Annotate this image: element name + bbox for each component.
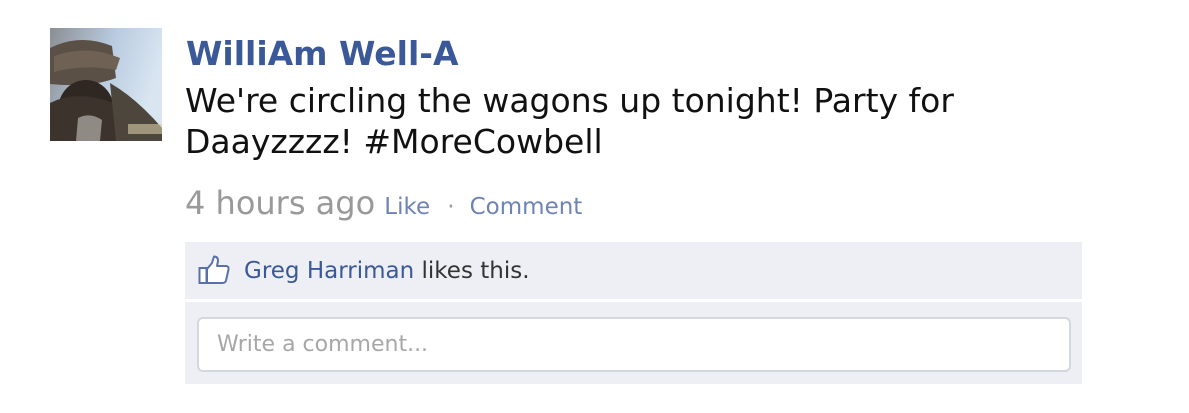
comment-area (185, 302, 1082, 384)
thumbs-up-icon (198, 255, 230, 285)
post-message: We're circling the wagons up tonight! Pa… (185, 81, 954, 161)
action-separator: · (447, 194, 455, 220)
comment-input[interactable] (197, 317, 1071, 372)
likes-text: Greg Harriman likes this. (244, 256, 530, 286)
author-avatar[interactable] (50, 28, 162, 141)
comment-link[interactable]: Comment (470, 194, 583, 220)
liker-name-link[interactable]: Greg Harriman (244, 258, 414, 284)
post-timestamp[interactable]: 4 hours ago (185, 184, 375, 222)
author-name[interactable]: WilliAm Well-A (186, 33, 459, 75)
likes-suffix: likes this. (414, 258, 530, 284)
like-link[interactable]: Like (384, 194, 430, 220)
likes-summary: Greg Harriman likes this. (185, 242, 1082, 299)
post-meta: 4 hours ago Like · Comment (185, 184, 582, 228)
